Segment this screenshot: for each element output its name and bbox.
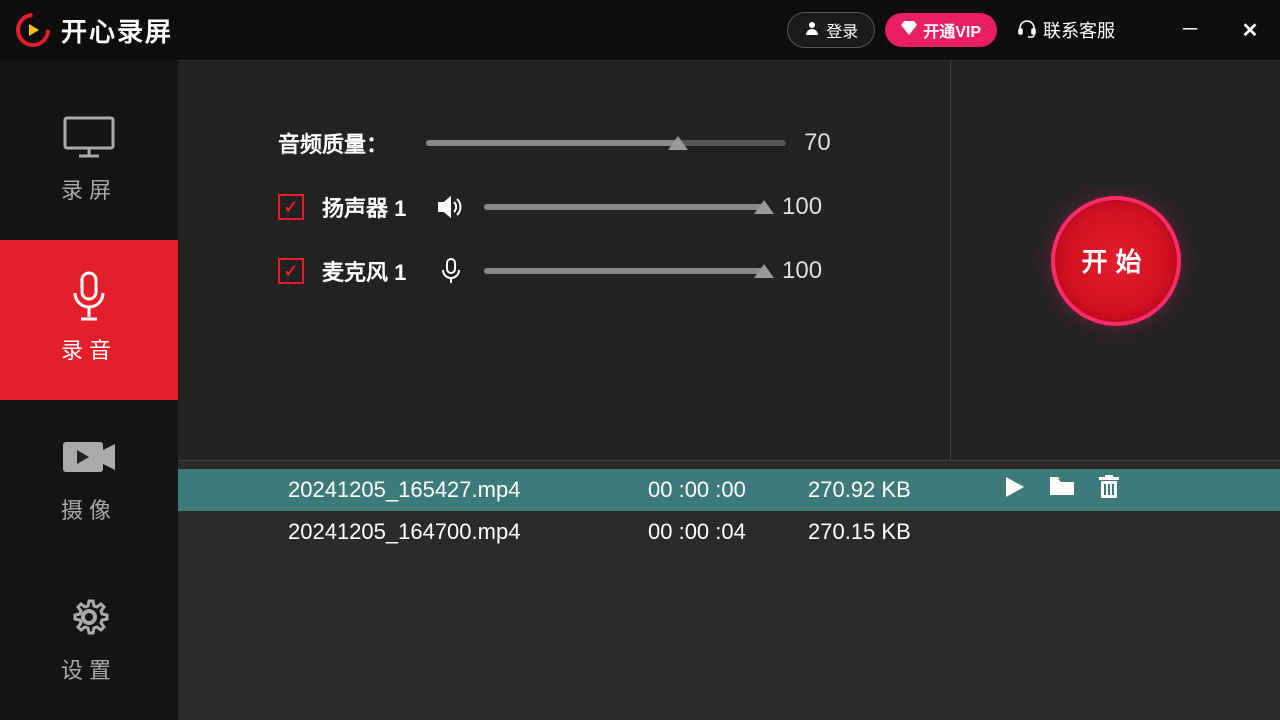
- file-duration: 00 :00 :04: [648, 519, 808, 545]
- monitor-icon: [59, 115, 119, 159]
- quality-row: 音频质量： 70: [278, 111, 910, 175]
- quality-slider[interactable]: [426, 140, 786, 146]
- file-duration: 00 :00 :00: [648, 477, 808, 503]
- speaker-checkbox[interactable]: ✓: [278, 194, 304, 220]
- check-icon: ✓: [283, 261, 298, 282]
- play-icon[interactable]: [1004, 475, 1026, 505]
- sidebar-label: 录屏: [61, 173, 117, 205]
- mic-slider[interactable]: [484, 268, 764, 274]
- sidebar-item-screenrec[interactable]: 录屏: [0, 80, 178, 240]
- mic-checkbox[interactable]: ✓: [278, 258, 304, 284]
- minimize-button[interactable]: ─: [1175, 18, 1205, 43]
- window-controls: ─ ✕: [1175, 18, 1265, 43]
- sidebar-label: 录音: [61, 333, 117, 365]
- quality-label: 音频质量：: [278, 127, 408, 159]
- camera-icon: [59, 435, 119, 479]
- gear-icon: [59, 595, 119, 639]
- sidebar: 录屏 录音 摄像 设置: [0, 60, 178, 720]
- titlebar-actions: 登录 开通VIP 联系客服 ─ ✕: [787, 12, 1265, 48]
- diamond-icon: [901, 21, 917, 40]
- delete-icon[interactable]: [1098, 475, 1120, 505]
- sidebar-item-camera[interactable]: 摄像: [0, 400, 178, 560]
- folder-icon[interactable]: [1048, 475, 1076, 505]
- quality-value: 70: [804, 129, 864, 157]
- logo-area: 开心录屏: [15, 12, 173, 49]
- login-label: 登录: [826, 18, 858, 42]
- start-label: 开始: [1081, 242, 1149, 279]
- audio-settings-panel: 音频质量： 70 ✓ 扬声器 1: [178, 60, 1280, 460]
- titlebar: 开心录屏 登录 开通VIP 联系客服 ─ ✕: [0, 0, 1280, 60]
- main-area: 音频质量： 70 ✓ 扬声器 1: [178, 60, 1280, 720]
- support-button[interactable]: 联系客服: [1007, 17, 1125, 43]
- file-size: 270.15 KB: [808, 519, 968, 545]
- close-button[interactable]: ✕: [1235, 18, 1265, 43]
- sidebar-item-audiorec[interactable]: 录音: [0, 240, 178, 400]
- mic-icon: [59, 275, 119, 319]
- app-title: 开心录屏: [61, 12, 173, 49]
- headset-icon: [1017, 18, 1037, 43]
- file-name: 20241205_164700.mp4: [288, 519, 648, 545]
- vip-button[interactable]: 开通VIP: [885, 13, 997, 47]
- file-actions: [1004, 475, 1120, 505]
- file-row[interactable]: 20241205_165427.mp4 00 :00 :00 270.92 KB: [178, 469, 1280, 511]
- file-row[interactable]: 20241205_164700.mp4 00 :00 :04 270.15 KB: [178, 511, 1280, 553]
- file-name: 20241205_165427.mp4: [288, 477, 648, 503]
- recordings-list: 20241205_165427.mp4 00 :00 :00 270.92 KB…: [178, 460, 1280, 720]
- speaker-value: 100: [782, 193, 842, 221]
- mic-small-icon: [436, 257, 466, 285]
- sidebar-item-settings[interactable]: 设置: [0, 560, 178, 720]
- user-icon: [804, 20, 820, 41]
- mic-label: 麦克风 1: [322, 255, 418, 287]
- vip-label: 开通VIP: [923, 18, 981, 42]
- app-logo-icon: [15, 12, 51, 48]
- mic-value: 100: [782, 257, 842, 285]
- check-icon: ✓: [283, 197, 298, 218]
- speaker-slider[interactable]: [484, 204, 764, 210]
- login-button[interactable]: 登录: [787, 12, 875, 48]
- speaker-label: 扬声器 1: [322, 191, 418, 223]
- sidebar-label: 摄像: [61, 493, 117, 525]
- start-record-button[interactable]: 开始: [1051, 196, 1181, 326]
- speaker-row: ✓ 扬声器 1 100: [278, 175, 910, 239]
- support-label: 联系客服: [1043, 17, 1115, 43]
- speaker-icon: [436, 195, 466, 219]
- file-size: 270.92 KB: [808, 477, 968, 503]
- sidebar-label: 设置: [61, 653, 117, 685]
- mic-row: ✓ 麦克风 1 100: [278, 239, 910, 303]
